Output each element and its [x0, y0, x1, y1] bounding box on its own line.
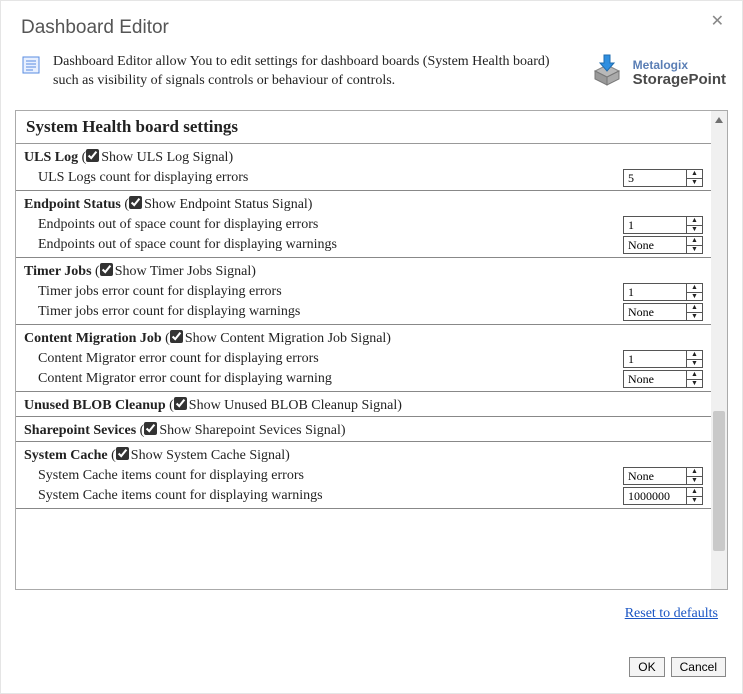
count-input[interactable] — [624, 351, 686, 367]
settings-section: Endpoint Status (Show Endpoint Status Si… — [16, 191, 711, 258]
count-stepper[interactable]: ▲▼ — [623, 169, 703, 187]
count-input[interactable] — [624, 468, 686, 484]
settings-section: ULS Log (Show ULS Log Signal)ULS Logs co… — [16, 144, 711, 191]
count-stepper[interactable]: ▲▼ — [623, 370, 703, 388]
count-input[interactable] — [624, 237, 686, 253]
setting-row: Content Migrator error count for display… — [16, 369, 711, 391]
logo-line2: StoragePoint — [633, 72, 726, 88]
setting-label: Content Migrator error count for display… — [38, 351, 623, 367]
count-input[interactable] — [624, 170, 686, 186]
section-header: ULS Log (Show ULS Log Signal) — [16, 144, 711, 168]
section-title: Timer Jobs — [24, 264, 92, 279]
count-stepper[interactable]: ▲▼ — [623, 487, 703, 505]
document-icon — [21, 55, 41, 75]
setting-row: System Cache items count for displaying … — [16, 466, 711, 486]
settings-section: Timer Jobs (Show Timer Jobs Signal)Timer… — [16, 258, 711, 325]
show-signal-checkbox[interactable] — [116, 447, 129, 460]
section-header: Timer Jobs (Show Timer Jobs Signal) — [16, 258, 711, 282]
cancel-button[interactable]: Cancel — [671, 657, 726, 677]
stepper-down-icon[interactable]: ▼ — [687, 380, 702, 388]
setting-row: Endpoints out of space count for display… — [16, 215, 711, 235]
count-stepper[interactable]: ▲▼ — [623, 236, 703, 254]
show-signal-label: Show System Cache Signal — [131, 448, 285, 464]
section-title: Endpoint Status — [24, 197, 121, 212]
section-title: Sharepoint Sevices — [24, 423, 136, 438]
scroll-up-icon[interactable] — [711, 111, 727, 129]
count-input[interactable] — [624, 284, 686, 300]
close-icon[interactable]: ✕ — [711, 11, 724, 31]
window-title: Dashboard Editor — [1, 1, 742, 43]
panel-heading: System Health board settings — [16, 111, 711, 144]
section-header: Endpoint Status (Show Endpoint Status Si… — [16, 191, 711, 215]
show-signal-checkbox[interactable] — [129, 196, 142, 209]
show-signal-checkbox[interactable] — [170, 330, 183, 343]
show-signal-label: Show Sharepoint Sevices Signal — [159, 423, 341, 439]
box-arrow-icon — [589, 53, 625, 94]
section-header: Content Migration Job (Show Content Migr… — [16, 325, 711, 349]
intro-text: Dashboard Editor allow You to edit setti… — [53, 53, 589, 91]
setting-label: ULS Logs count for displaying errors — [38, 170, 623, 186]
section-title: Content Migration Job — [24, 331, 162, 346]
show-signal-label: Show Timer Jobs Signal — [115, 264, 252, 280]
setting-row: Endpoints out of space count for display… — [16, 235, 711, 257]
section-title: System Cache — [24, 448, 108, 463]
settings-section: Sharepoint Sevices (Show Sharepoint Sevi… — [16, 417, 711, 442]
section-title: Unused BLOB Cleanup — [24, 398, 166, 413]
setting-label: System Cache items count for displaying … — [38, 488, 623, 504]
setting-label: System Cache items count for displaying … — [38, 468, 623, 484]
count-stepper[interactable]: ▲▼ — [623, 283, 703, 301]
dashboard-editor-window: ✕ Dashboard Editor Dashboard Editor allo… — [0, 0, 743, 694]
show-signal-label: Show ULS Log Signal — [101, 150, 228, 166]
setting-row: Content Migrator error count for display… — [16, 349, 711, 369]
settings-section: System Cache (Show System Cache Signal)S… — [16, 442, 711, 509]
ok-button[interactable]: OK — [629, 657, 664, 677]
stepper-down-icon[interactable]: ▼ — [687, 360, 702, 368]
setting-label: Timer jobs error count for displaying er… — [38, 284, 623, 300]
count-stepper[interactable]: ▲▼ — [623, 303, 703, 321]
count-stepper[interactable]: ▲▼ — [623, 350, 703, 368]
count-input[interactable] — [624, 488, 686, 504]
count-input[interactable] — [624, 217, 686, 233]
setting-label: Content Migrator error count for display… — [38, 371, 623, 387]
stepper-down-icon[interactable]: ▼ — [687, 497, 702, 505]
section-header: Unused BLOB Cleanup (Show Unused BLOB Cl… — [16, 392, 711, 416]
setting-row: Timer jobs error count for displaying wa… — [16, 302, 711, 324]
show-signal-label: Show Content Migration Job Signal — [185, 331, 386, 347]
show-signal-checkbox[interactable] — [86, 149, 99, 162]
setting-row: System Cache items count for displaying … — [16, 486, 711, 508]
setting-label: Endpoints out of space count for display… — [38, 217, 623, 233]
setting-label: Endpoints out of space count for display… — [38, 237, 623, 253]
show-signal-checkbox[interactable] — [174, 397, 187, 410]
count-stepper[interactable]: ▲▼ — [623, 467, 703, 485]
scroll-thumb[interactable] — [713, 411, 725, 551]
count-input[interactable] — [624, 371, 686, 387]
logo: Metalogix StoragePoint — [589, 53, 726, 94]
stepper-down-icon[interactable]: ▼ — [687, 226, 702, 234]
stepper-down-icon[interactable]: ▼ — [687, 293, 702, 301]
setting-label: Timer jobs error count for displaying wa… — [38, 304, 623, 320]
section-title: ULS Log — [24, 150, 78, 165]
settings-section: Unused BLOB Cleanup (Show Unused BLOB Cl… — [16, 392, 711, 417]
stepper-down-icon[interactable]: ▼ — [687, 477, 702, 485]
intro-row: Dashboard Editor allow You to edit setti… — [1, 43, 742, 102]
stepper-down-icon[interactable]: ▼ — [687, 246, 702, 254]
show-signal-checkbox[interactable] — [100, 263, 113, 276]
settings-panel: System Health board settings ULS Log (Sh… — [15, 110, 728, 590]
section-header: Sharepoint Sevices (Show Sharepoint Sevi… — [16, 417, 711, 441]
count-stepper[interactable]: ▲▼ — [623, 216, 703, 234]
section-header: System Cache (Show System Cache Signal) — [16, 442, 711, 466]
stepper-down-icon[interactable]: ▼ — [687, 179, 702, 187]
count-input[interactable] — [624, 304, 686, 320]
settings-section: Content Migration Job (Show Content Migr… — [16, 325, 711, 392]
show-signal-label: Show Unused BLOB Cleanup Signal — [189, 398, 397, 414]
stepper-down-icon[interactable]: ▼ — [687, 313, 702, 321]
setting-row: Timer jobs error count for displaying er… — [16, 282, 711, 302]
show-signal-label: Show Endpoint Status Signal — [144, 197, 308, 213]
scrollbar[interactable] — [711, 111, 727, 589]
setting-row: ULS Logs count for displaying errors▲▼ — [16, 168, 711, 190]
show-signal-checkbox[interactable] — [144, 422, 157, 435]
reset-to-defaults-link[interactable]: Reset to defaults — [625, 606, 718, 621]
